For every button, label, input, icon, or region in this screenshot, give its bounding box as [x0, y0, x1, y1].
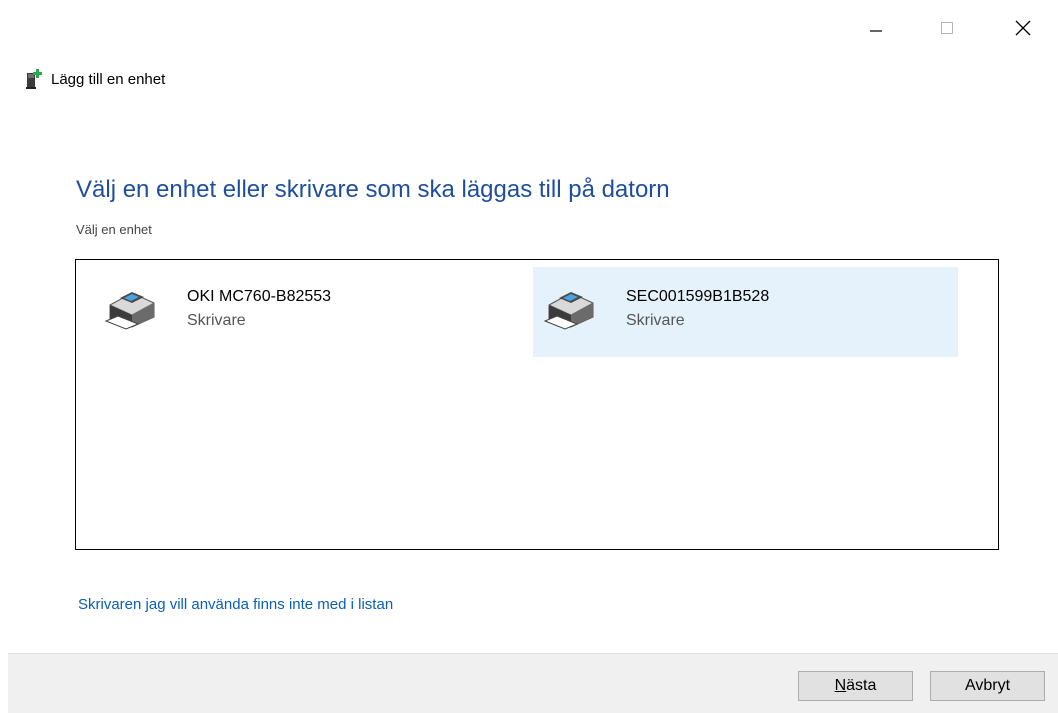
minimize-icon	[870, 30, 882, 32]
printer-icon	[543, 283, 599, 335]
close-button[interactable]	[1000, 0, 1046, 56]
device-item-sec[interactable]: SEC001599B1B528 Skrivare	[533, 267, 958, 357]
device-item-oki[interactable]: OKI MC760-B82553 Skrivare	[94, 267, 519, 357]
next-button-label: ästa	[846, 677, 877, 694]
device-list-label: Välj en enhet	[76, 222, 152, 237]
minimize-button[interactable]	[853, 0, 899, 56]
close-icon	[1015, 20, 1031, 36]
page-title: Välj en enhet eller skrivare som ska läg…	[76, 176, 670, 203]
printer-not-listed-link[interactable]: Skrivaren jag vill använda finns inte me…	[78, 596, 393, 613]
device-list[interactable]: OKI MC760-B82553 Skrivare SEC001599B1B52…	[75, 259, 999, 550]
add-device-window: Lägg till en enhet Välj en enhet eller s…	[0, 0, 1058, 713]
window-title: Lägg till en enhet	[51, 70, 166, 88]
maximize-button[interactable]	[924, 0, 970, 56]
next-button[interactable]: Nästa	[798, 671, 913, 701]
dialog-footer: Nästa Avbryt	[8, 653, 1058, 713]
add-device-icon	[24, 68, 44, 90]
window-header: Lägg till en enhet	[24, 64, 165, 94]
device-type: Skrivare	[187, 312, 246, 329]
next-button-accelerator: N	[834, 677, 847, 694]
printer-icon	[104, 283, 160, 335]
device-name: OKI MC760-B82553	[187, 288, 332, 305]
maximize-icon	[941, 22, 953, 34]
cancel-button[interactable]: Avbryt	[930, 671, 1045, 701]
device-type: Skrivare	[626, 312, 685, 329]
device-name: SEC001599B1B528	[626, 288, 770, 305]
